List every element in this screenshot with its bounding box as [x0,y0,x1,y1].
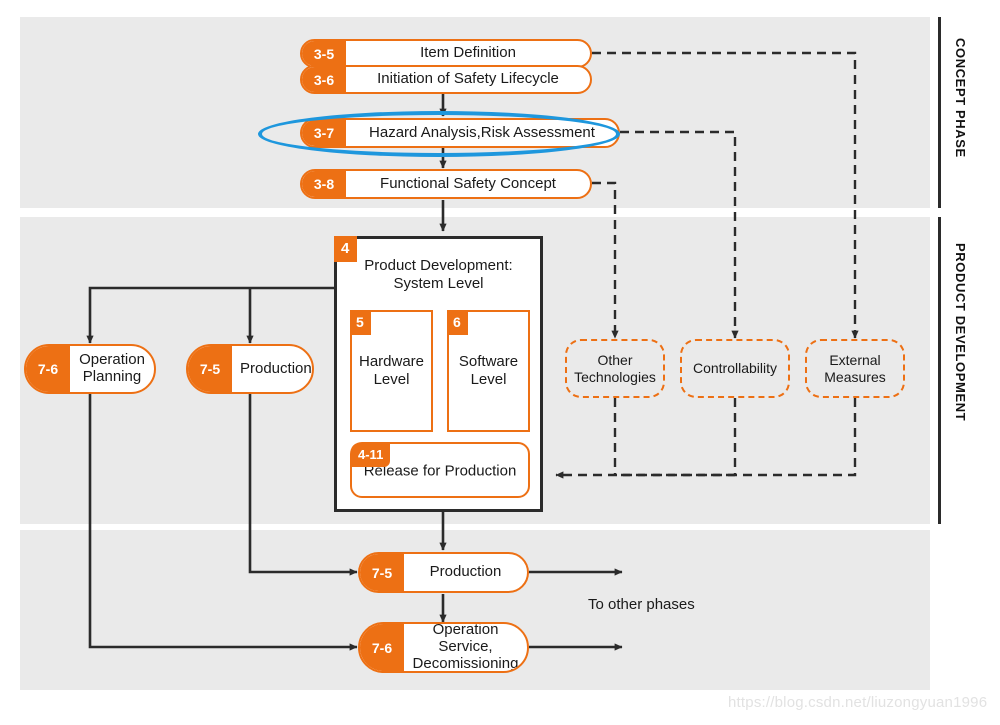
node-label: Controllability [692,360,778,377]
node-tag: 4-11 [351,443,391,467]
node-product-development-system-level[interactable]: 4 Product Development: System Level 5 Ha… [334,236,543,512]
software-line1: Software [458,353,519,370]
op-service-line1: Operation Service, [432,622,499,656]
node-software-level[interactable]: 6 Software Level [447,310,530,432]
node-hardware-level[interactable]: 5 Hardware Level [350,310,433,432]
software-line2: Level [470,371,507,388]
node-release-for-production[interactable]: 4-11 Release for Production [350,442,530,498]
system-title-line2: System Level [393,275,484,292]
node-label: Production [429,563,502,581]
node-label: Production [240,359,312,377]
label-to-other-phases: To other phases [588,596,695,613]
hardware-line2: Level [373,371,410,388]
node-label: Product Development: System Level [337,257,540,293]
node-initiation-of-safety-lifecycle[interactable]: 3-6 Initiation of Safety Lifecycle [300,65,592,94]
node-operation-service-decomissioning[interactable]: 7-6 Operation Service, Decomissioning [358,622,529,673]
node-production-other-phase[interactable]: 7-5 Production [358,552,529,593]
node-tag: 7-5 [188,346,232,392]
node-tag: 4 [334,236,358,262]
dashed-item-definition-to-external-measures [592,51,859,339]
diagram-canvas: CONCEPT PHASE PRODUCT DEVELOPMENT 3-5 It… [0,0,1000,725]
dashed-external-measures-to-release [555,398,857,479]
node-tag: 5 [350,310,371,335]
node-tag: 3-6 [302,67,346,92]
external-measures-line1: External [829,351,881,368]
node-tag: 6 [447,310,468,335]
node-label: Operation Service, Decomissioning [404,624,527,671]
node-label: External Measures [824,352,885,386]
node-label: Item Definition [420,44,516,62]
arrow-system-to-operation-planning [86,286,334,344]
node-label: Software Level [449,353,528,389]
node-other-technologies[interactable]: Other Technologies [565,339,665,398]
node-external-measures[interactable]: External Measures [805,339,905,398]
dashed-fsc-to-other-technologies [592,181,619,339]
node-tag: 7-6 [26,346,70,392]
node-hazard-analysis-risk-assessment[interactable]: 3-7 Hazard Analysis,Risk Assessment [300,118,620,148]
node-label: Hardware Level [352,353,431,389]
operation-planning-line1: Operation [79,351,145,369]
external-measures-line2: Measures [824,368,886,385]
node-functional-safety-concept[interactable]: 3-8 Functional Safety Concept [300,169,592,199]
other-technologies-line1: Other [597,351,633,368]
node-operation-planning[interactable]: 7-6 Operation Planning [24,344,156,394]
node-tag: 7-5 [360,554,404,591]
node-tag: 3-5 [302,41,346,66]
node-label: Initiation of Safety Lifecycle [377,70,559,88]
dashed-hazard-to-controllability [620,130,739,339]
node-tag: 3-7 [302,120,346,146]
op-service-line2: Decomissioning [412,654,519,672]
operation-planning-line2: Planning [82,368,142,385]
watermark-text: https://blog.csdn.net/liuzongyuan1996 [728,694,988,711]
node-tag: 3-8 [302,171,346,197]
node-label: Operation Planning [70,346,154,392]
node-production-planning[interactable]: 7-5 Production [186,344,314,394]
other-technologies-line2: Technologies [574,368,656,385]
node-tag: 7-6 [360,624,404,671]
system-title-line1: Product Development: [364,257,513,274]
node-item-definition[interactable]: 3-5 Item Definition [300,39,592,68]
node-label: Other Technologies [574,352,656,386]
hardware-line1: Hardware [358,353,425,370]
arrow-opplanning-to-opservice [88,394,358,651]
node-label: Functional Safety Concept [380,174,556,192]
node-controllability[interactable]: Controllability [680,339,790,398]
node-label: Hazard Analysis,Risk Assessment [369,123,595,141]
